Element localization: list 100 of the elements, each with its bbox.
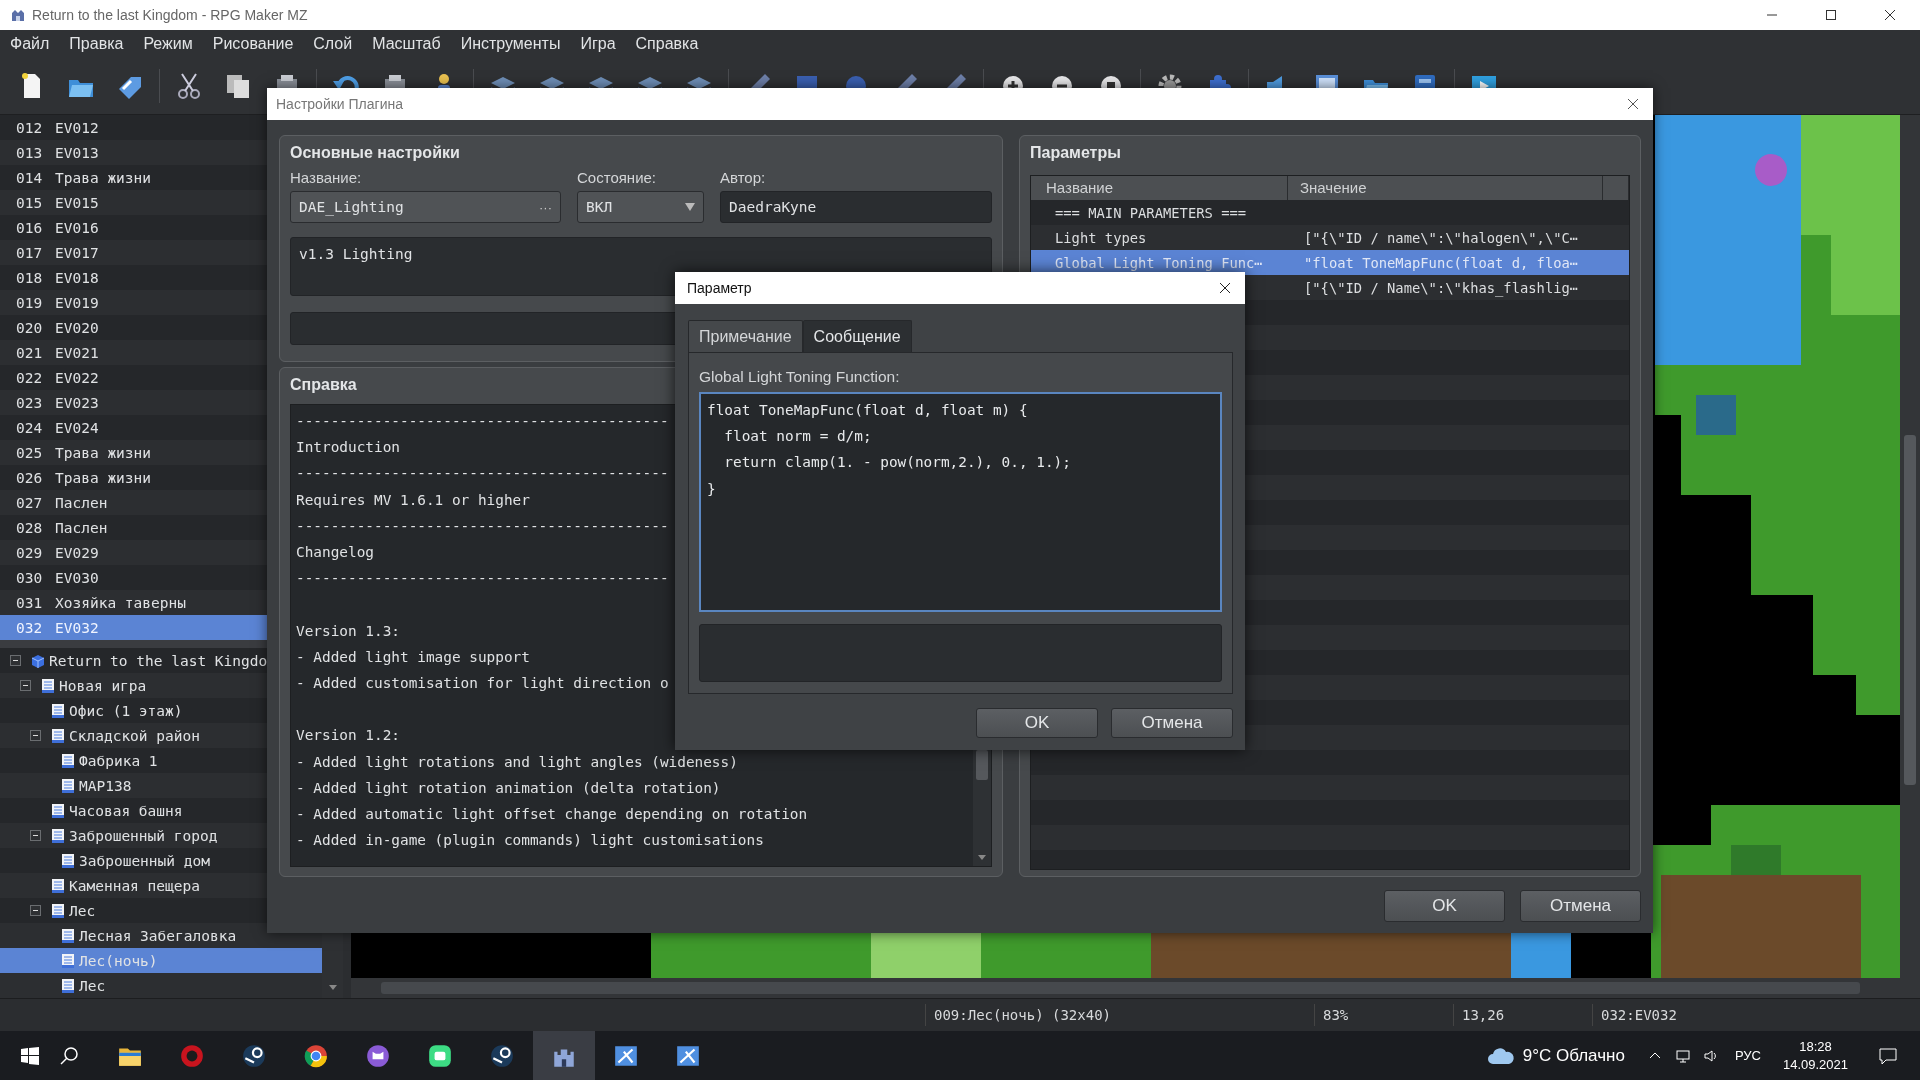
- tab[interactable]: Сообщение: [802, 320, 912, 352]
- collapse-toggle[interactable]: [30, 905, 41, 916]
- map-document-icon: [60, 777, 76, 794]
- map-tree-item[interactable]: Лес: [0, 973, 322, 998]
- event-name: EV021: [55, 344, 99, 361]
- map-document-icon: [50, 827, 66, 844]
- event-number: 012: [16, 119, 44, 136]
- event-name: EV020: [55, 319, 99, 336]
- field-label: Состояние:: [577, 168, 657, 188]
- parameter-value: "float ToneMapFunc(float d, floa⋯: [1304, 254, 1579, 271]
- parameter-name: Light types: [1055, 229, 1147, 246]
- event-name: EV030: [55, 569, 99, 586]
- map-document-icon: [50, 877, 66, 894]
- name-field[interactable]: DAE_Lighting ···: [290, 191, 561, 223]
- network-icon[interactable]: [1674, 1047, 1691, 1064]
- menu-item[interactable]: Файл: [2, 33, 58, 55]
- start-icon[interactable]: [20, 1045, 40, 1066]
- menu-item[interactable]: Инструменты: [452, 33, 569, 55]
- event-number: 018: [16, 269, 44, 286]
- event-number: 015: [16, 194, 44, 211]
- event-name: EV016: [55, 219, 99, 236]
- state-dropdown[interactable]: ВКЛ: [577, 191, 704, 223]
- parameter-name: Global Light Toning Func⋯: [1055, 254, 1263, 271]
- collapse-toggle[interactable]: [30, 730, 41, 741]
- map-name: Новая игра: [59, 677, 147, 694]
- scroll-down-arrow-icon[interactable]: [327, 982, 338, 992]
- menu-item[interactable]: Справка: [627, 33, 707, 55]
- weather-text[interactable]: 9°C Облачно: [1522, 1045, 1625, 1066]
- event-number: 013: [16, 144, 44, 161]
- menu-item[interactable]: Масштаб: [364, 33, 449, 55]
- notifications-icon[interactable]: [1878, 1045, 1898, 1066]
- event-name: EV032: [55, 619, 99, 636]
- tab[interactable]: Примечание: [688, 320, 803, 352]
- globe-icon: [303, 1042, 329, 1069]
- close-icon[interactable]: [1219, 282, 1231, 294]
- event-name: Паслен: [55, 519, 108, 536]
- menu-item[interactable]: Правка: [61, 33, 132, 55]
- parameter-name: === MAIN PARAMETERS ===: [1055, 204, 1247, 221]
- map-name: Лесная Забегаловка: [79, 927, 237, 944]
- collapse-toggle[interactable]: [30, 830, 41, 841]
- map-document-icon: [60, 852, 76, 869]
- clock-time[interactable]: 18:28: [1799, 1037, 1832, 1056]
- cube-icon: [30, 652, 46, 669]
- language-indicator[interactable]: РУС: [1734, 1048, 1761, 1063]
- cat-icon: [365, 1042, 391, 1069]
- status-text: 83%: [1314, 1004, 1453, 1026]
- event-number: 030: [16, 569, 44, 586]
- map-name: Лес: [69, 902, 96, 919]
- map-name: Офис (1 этаж): [69, 702, 183, 719]
- event-name: EV013: [55, 144, 99, 161]
- scroll-down-arrow-icon[interactable]: [977, 852, 987, 862]
- text-field[interactable]: [699, 624, 1222, 682]
- event-name: EV022: [55, 369, 99, 386]
- event-name: Паслен: [55, 494, 108, 511]
- app-logo-icon: [10, 7, 26, 23]
- event-name: EV017: [55, 244, 99, 261]
- event-name: EV012: [55, 119, 99, 136]
- event-number: 021: [16, 344, 44, 361]
- menu-item[interactable]: Рисование: [204, 33, 302, 55]
- map-document-icon: [60, 952, 76, 969]
- map-name: Часовая башня: [69, 802, 183, 819]
- event-name: Хозяйка таверны: [55, 594, 186, 611]
- map-tree-item[interactable]: Лесная Забегаловка: [0, 923, 322, 948]
- scroll-thumb[interactable]: [976, 750, 988, 780]
- event-number: 029: [16, 544, 44, 561]
- ring-icon: [489, 1042, 515, 1069]
- map-document-icon: [50, 802, 66, 819]
- author-field[interactable]: DaedraKyne: [720, 191, 992, 223]
- event-number: 017: [16, 244, 44, 261]
- collapse-toggle[interactable]: [10, 655, 21, 666]
- dialog-button[interactable]: OK: [976, 708, 1098, 738]
- menu-item[interactable]: Игра: [572, 33, 624, 55]
- scroll-thumb[interactable]: [1904, 435, 1916, 785]
- group-heading: Параметры: [1030, 143, 1121, 163]
- dialog-button[interactable]: OK: [1384, 890, 1505, 922]
- horizontal-scrollbar[interactable]: [351, 978, 1920, 998]
- map-document-icon: [60, 977, 76, 994]
- badge-icon: [179, 1042, 205, 1069]
- menu-item[interactable]: Слой: [305, 33, 361, 55]
- dialog-button[interactable]: Отмена: [1520, 890, 1641, 922]
- clock-date[interactable]: 14.09.2021: [1782, 1055, 1848, 1074]
- map-name: Лес: [79, 977, 106, 994]
- map-document-icon: [50, 727, 66, 744]
- map-name: MAP138: [79, 777, 132, 794]
- close-icon[interactable]: [1627, 98, 1639, 110]
- collapse-toggle[interactable]: [20, 680, 31, 691]
- event-number: 027: [16, 494, 44, 511]
- dialog-button[interactable]: Отмена: [1111, 708, 1233, 738]
- menu-item[interactable]: Режим: [135, 33, 201, 55]
- map-name: Фабрика 1: [79, 752, 158, 769]
- map-name: Заброшенный город: [69, 827, 218, 844]
- event-number: 023: [16, 394, 44, 411]
- map-document-icon: [60, 927, 76, 944]
- vertical-scrollbar[interactable]: [1900, 115, 1920, 978]
- code-field[interactable]: float ToneMapFunc(float d, float m) { float norm = d/m; return clamp(1. - pow(norm,2.), 0., 1.); }: [699, 392, 1222, 612]
- dialog-title: Параметр: [687, 280, 752, 296]
- chat-icon: [427, 1042, 453, 1069]
- volume-icon[interactable]: [1702, 1047, 1719, 1064]
- search-icon[interactable]: [59, 1045, 79, 1066]
- browse-button[interactable]: ···: [539, 199, 552, 215]
